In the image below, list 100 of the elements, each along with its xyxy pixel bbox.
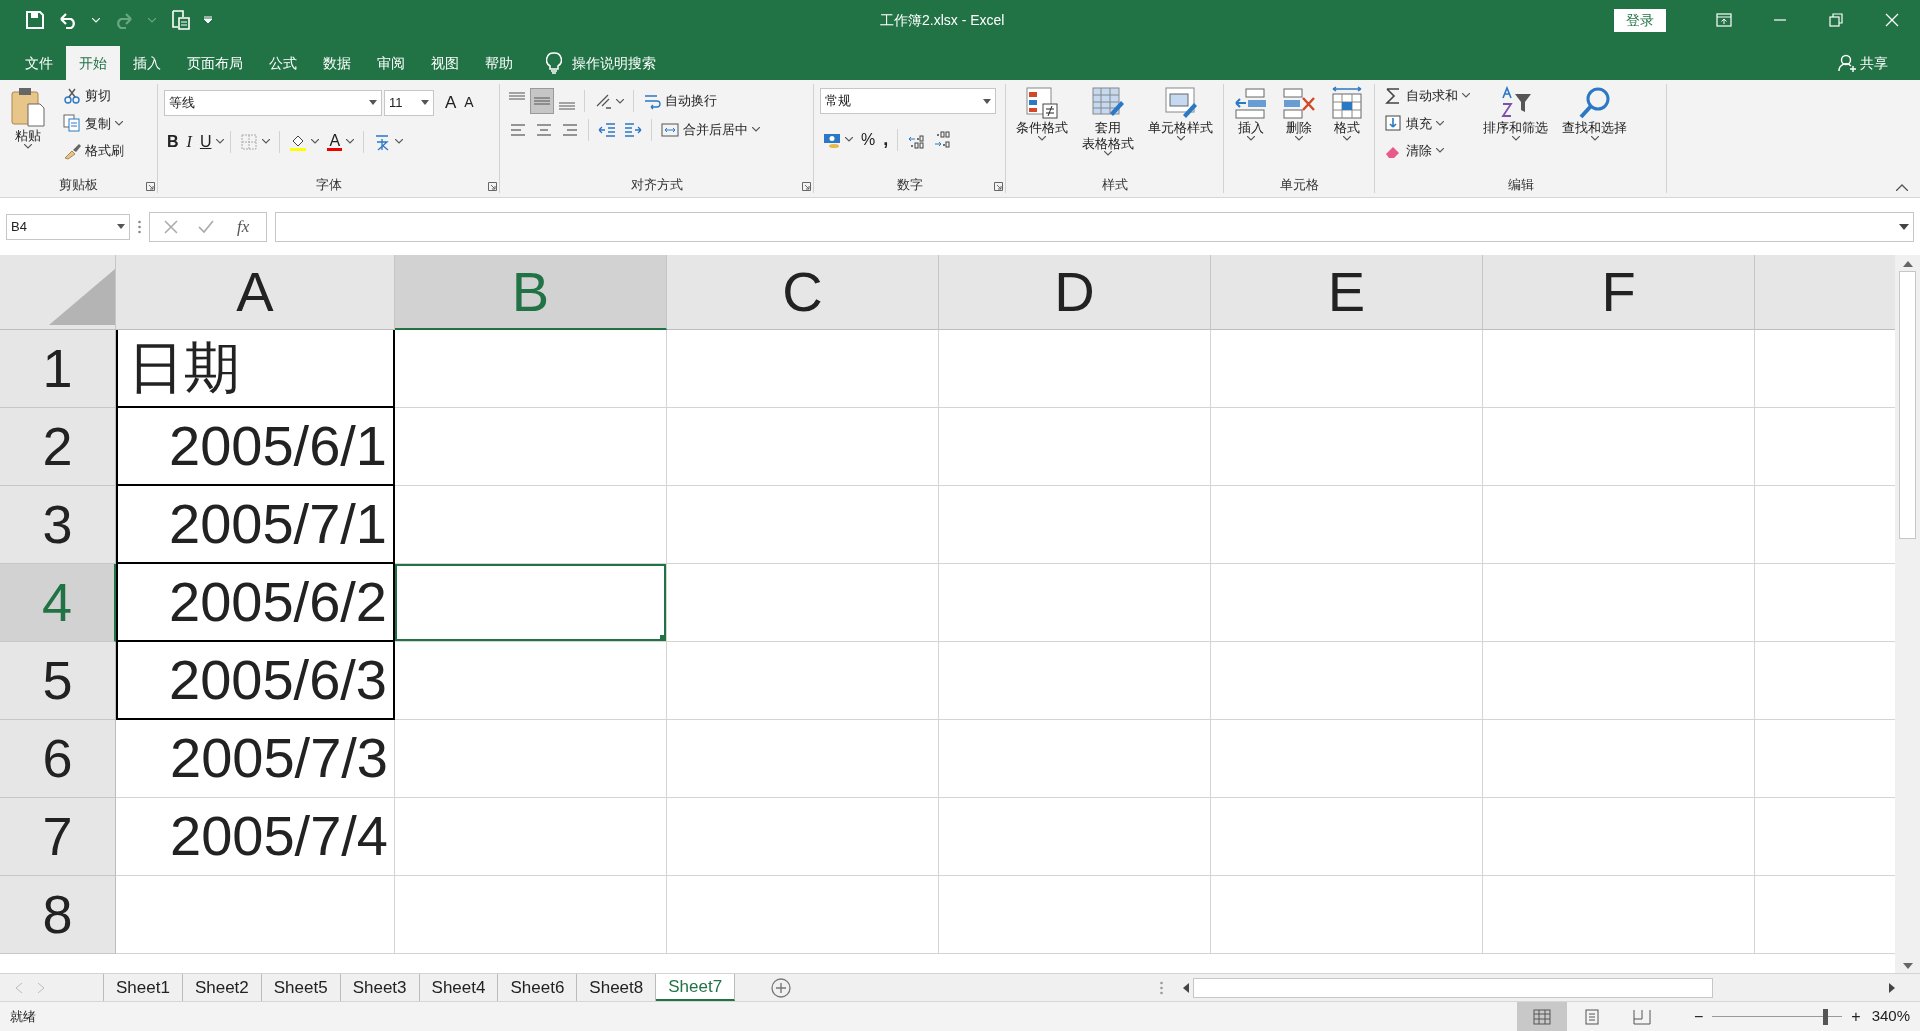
- zoom-in-button[interactable]: +: [1848, 1002, 1864, 1031]
- scroll-right-icon[interactable]: [1889, 982, 1895, 993]
- column-header[interactable]: D: [939, 255, 1211, 330]
- dialog-launcher-icon[interactable]: [802, 182, 811, 191]
- cut-button[interactable]: 剪切: [60, 84, 127, 108]
- ribbon-tab[interactable]: 开始: [66, 46, 120, 80]
- font-name-field[interactable]: 等线: [164, 89, 382, 116]
- column-header[interactable]: F: [1483, 255, 1755, 330]
- shrink-font-button[interactable]: A: [461, 90, 477, 116]
- table-cell[interactable]: [939, 642, 1211, 720]
- close-icon[interactable]: [1884, 12, 1900, 28]
- table-cell[interactable]: [395, 876, 667, 954]
- column-header[interactable]: C: [667, 255, 939, 330]
- check-icon[interactable]: [198, 219, 214, 234]
- formula-input[interactable]: [275, 211, 1914, 242]
- dialog-launcher-icon[interactable]: [146, 182, 155, 191]
- table-cell[interactable]: [667, 564, 939, 642]
- table-cell[interactable]: [667, 486, 939, 564]
- italic-button[interactable]: I: [183, 127, 195, 156]
- ribbon-display-icon[interactable]: [1716, 12, 1732, 28]
- font-size-field[interactable]: 11: [384, 89, 434, 116]
- print-preview-icon[interactable]: [170, 10, 190, 30]
- slider-thumb[interactable]: [1823, 1008, 1829, 1025]
- table-cell[interactable]: 2005/6/2: [116, 564, 395, 642]
- ribbon-tab[interactable]: 插入: [120, 46, 174, 80]
- ribbon-tab[interactable]: 页面布局: [174, 46, 256, 80]
- sort-filter-button[interactable]: 排序和筛选: [1479, 84, 1552, 175]
- next-sheet-icon[interactable]: [38, 982, 44, 993]
- save-icon[interactable]: [26, 11, 44, 29]
- dialog-launcher-icon[interactable]: [994, 182, 1003, 191]
- table-cell[interactable]: [395, 408, 667, 486]
- expand-icon[interactable]: [1899, 223, 1909, 230]
- table-cell[interactable]: [1211, 486, 1483, 564]
- column-header[interactable]: B: [395, 255, 667, 330]
- table-cell[interactable]: [939, 486, 1211, 564]
- customize-icon[interactable]: [204, 16, 212, 24]
- row-header[interactable]: 2: [0, 408, 116, 486]
- table-button[interactable]: 套用 表格格式: [1078, 84, 1138, 175]
- scroll-down-icon[interactable]: [1902, 963, 1913, 969]
- insert-function-button[interactable]: fx: [234, 211, 253, 242]
- table-cell[interactable]: [667, 408, 939, 486]
- table-cell[interactable]: [1483, 408, 1755, 486]
- format-button[interactable]: 格式: [1326, 84, 1368, 175]
- grow-font-button[interactable]: A: [442, 88, 460, 118]
- collapse-ribbon-icon[interactable]: [1896, 184, 1908, 191]
- table-cell[interactable]: [1483, 330, 1755, 408]
- number-format-field[interactable]: 常规: [820, 88, 996, 114]
- row-header[interactable]: 3: [0, 486, 116, 564]
- table-cell[interactable]: [1483, 720, 1755, 798]
- column-header[interactable]: A: [116, 255, 395, 330]
- table-cell[interactable]: [1211, 564, 1483, 642]
- undo-icon[interactable]: [58, 11, 78, 29]
- row-header[interactable]: 1: [0, 330, 116, 408]
- ribbon-tab[interactable]: 视图: [418, 46, 472, 80]
- table-cell[interactable]: [1483, 642, 1755, 720]
- align-middle-button[interactable]: [530, 88, 554, 114]
- table-cell[interactable]: [1483, 486, 1755, 564]
- restore-icon[interactable]: [1828, 12, 1844, 28]
- table-cell[interactable]: [939, 330, 1211, 408]
- font-color-button[interactable]: A: [324, 130, 358, 153]
- cancel-icon[interactable]: [164, 219, 178, 234]
- cell-style-button[interactable]: 单元格样式: [1144, 84, 1217, 175]
- table-cell[interactable]: [939, 798, 1211, 876]
- prev-sheet-icon[interactable]: [16, 982, 22, 993]
- add-sheet-icon[interactable]: [771, 978, 792, 998]
- dialog-launcher-icon[interactable]: [488, 182, 497, 191]
- table-cell[interactable]: [1483, 564, 1755, 642]
- table-cell[interactable]: [116, 876, 395, 954]
- table-cell[interactable]: [395, 486, 667, 564]
- table-cell[interactable]: [667, 720, 939, 798]
- row-header[interactable]: 8: [0, 876, 116, 954]
- table-cell[interactable]: 2005/7/1: [116, 486, 395, 564]
- find-select-button[interactable]: 查找和选择: [1558, 84, 1631, 175]
- table-cell[interactable]: [667, 330, 939, 408]
- ribbon-tab[interactable]: 公式: [256, 46, 310, 80]
- comma-button[interactable]: ,: [880, 124, 892, 155]
- underline-button[interactable]: U: [196, 127, 215, 156]
- table-cell[interactable]: [1483, 876, 1755, 954]
- table-cell[interactable]: [1211, 642, 1483, 720]
- row-header[interactable]: 5: [0, 642, 116, 720]
- fill-button[interactable]: 填充: [1381, 111, 1473, 135]
- table-cell[interactable]: [667, 876, 939, 954]
- zoom-out-button[interactable]: −: [1690, 1002, 1707, 1031]
- table-cell[interactable]: [1211, 720, 1483, 798]
- table-cell[interactable]: [395, 798, 667, 876]
- autosum-button[interactable]: 自动求和: [1381, 84, 1473, 108]
- conditional-button[interactable]: 条件格式: [1012, 84, 1072, 175]
- table-cell[interactable]: 2005/7/3: [116, 720, 395, 798]
- table-cell[interactable]: [667, 642, 939, 720]
- login-button[interactable]: 登录: [1614, 8, 1666, 32]
- table-cell[interactable]: [939, 876, 1211, 954]
- share-button[interactable]: 共享: [1832, 46, 1894, 80]
- table-cell[interactable]: [939, 564, 1211, 642]
- clear-button[interactable]: 清除: [1381, 139, 1473, 163]
- scroll-left-icon[interactable]: [1183, 982, 1189, 993]
- scroll-up-icon[interactable]: [1902, 261, 1913, 267]
- bold-button[interactable]: B: [164, 127, 182, 156]
- insert-button[interactable]: 插入: [1230, 84, 1272, 175]
- copy-button[interactable]: 复制: [60, 111, 127, 135]
- sheet-tab[interactable]: Sheet7: [656, 974, 736, 1001]
